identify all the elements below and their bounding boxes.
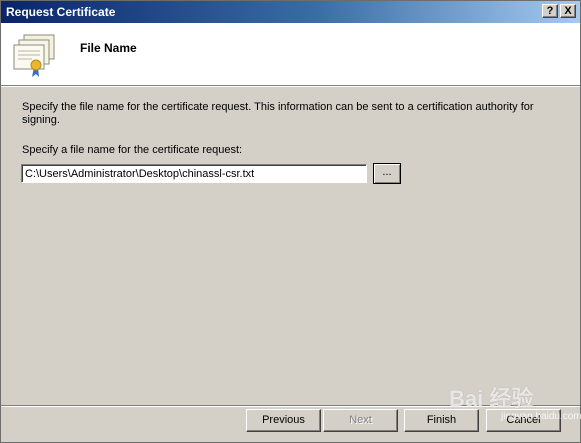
window-title: Request Certificate <box>6 5 116 19</box>
previous-button[interactable]: Previous <box>246 409 321 432</box>
certificate-icon <box>13 34 55 77</box>
close-button[interactable]: X <box>560 4 576 18</box>
next-button[interactable]: Next <box>323 409 398 432</box>
wizard-header: File Name <box>1 23 580 87</box>
title-bar[interactable]: Request Certificate ? X <box>1 1 580 23</box>
help-button[interactable]: ? <box>542 4 558 18</box>
request-certificate-dialog: Request Certificate ? X File Name Specif… <box>0 0 581 443</box>
page-title: File Name <box>80 41 137 55</box>
watermark-url: jingyan.baidu.com <box>501 411 581 422</box>
file-name-label: Specify a file name for the certificate … <box>22 144 243 156</box>
browse-button[interactable]: ... <box>373 163 401 184</box>
file-name-input[interactable] <box>21 164 367 183</box>
description-text: Specify the file name for the certificat… <box>22 101 534 126</box>
watermark-logo: Bai 经验 <box>449 386 534 411</box>
